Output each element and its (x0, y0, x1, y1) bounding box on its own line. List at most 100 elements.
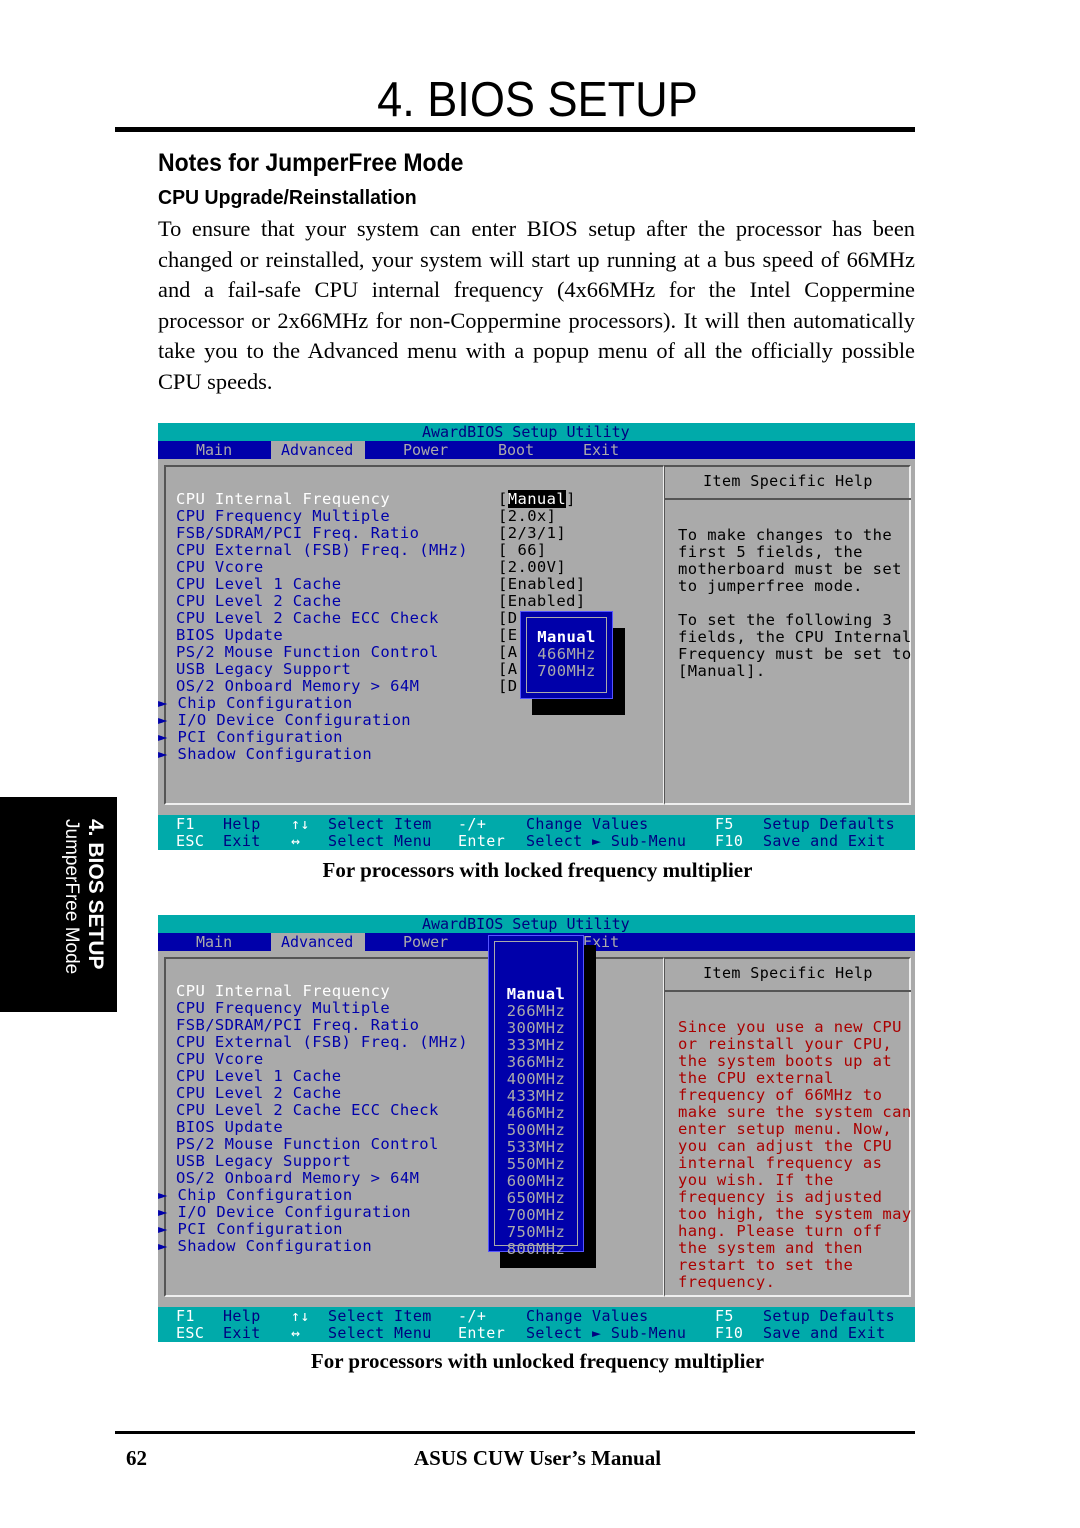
bios-setting-item[interactable]: PS/2 Mouse Function Control (176, 1136, 468, 1153)
bios-menu-main[interactable]: Main (196, 933, 232, 951)
footer-label: Exit (223, 1324, 261, 1342)
highlighted-value[interactable]: Manual (507, 490, 567, 508)
help-line: frequency is adjusted (678, 1188, 883, 1206)
footer-label: Select ► Sub-Menu (526, 832, 687, 850)
bios-setting-item[interactable]: CPU Vcore (176, 1051, 468, 1068)
bios-setting-value[interactable]: [ 66] (498, 542, 586, 559)
bios-setting-item[interactable]: ► PCI Configuration (158, 729, 468, 746)
bios-setting-item[interactable]: CPU Level 1 Cache (176, 1068, 468, 1085)
help-line: to jumperfree mode. (678, 577, 863, 595)
help-line: Frequency must be set to (678, 645, 912, 663)
side-tab-chapter: 4. BIOS SETUP (84, 819, 107, 970)
bios-setting-value[interactable]: [Enabled] (498, 593, 586, 610)
footer-label: Help (223, 815, 261, 833)
help-line: or reinstall your CPU, (678, 1035, 893, 1053)
popup-option[interactable]: 750MHz (489, 1224, 583, 1241)
bios-setting-item[interactable]: CPU Level 2 Cache ECC Check (176, 1102, 468, 1119)
popup-option[interactable]: 266MHz (489, 1003, 583, 1020)
bios-setting-value[interactable]: [2/3/1] (498, 525, 586, 542)
bios-menu-power[interactable]: Power (403, 441, 448, 459)
bios-setting-item[interactable]: PS/2 Mouse Function Control (176, 644, 468, 661)
bios-setting-item[interactable]: CPU Frequency Multiple (176, 1000, 468, 1017)
popup-option[interactable]: 366MHz (489, 1054, 583, 1071)
bios-setting-value[interactable]: [2.00V] (498, 559, 586, 576)
bios-setting-item[interactable]: ► Shadow Configuration (158, 746, 468, 763)
bios-setting-item[interactable]: FSB/SDRAM/PCI Freq. Ratio (176, 525, 468, 542)
footer-key: F1 (176, 815, 195, 833)
footer-label: Select Item (328, 1307, 432, 1325)
popup-option[interactable]: Manual (521, 629, 612, 646)
popup-option[interactable]: 300MHz (489, 1020, 583, 1037)
bios-screenshot-unlocked: AwardBIOS Setup Utility Main Advanced Powe… (158, 915, 915, 1342)
popup-option[interactable]: 466MHz (521, 646, 612, 663)
side-tab-section: JumperFree Mode (61, 819, 82, 975)
help-line: frequency. (678, 1273, 776, 1291)
bios-setting-item[interactable]: CPU Vcore (176, 559, 468, 576)
help-header: Item Specific Help (703, 472, 873, 490)
bios-setting-item[interactable]: CPU Internal Frequency (176, 983, 468, 1000)
bios-setting-item[interactable]: CPU Level 2 Cache ECC Check (176, 610, 468, 627)
bios-item-list: CPU Internal Frequency CPU Frequency Mult… (158, 983, 468, 1255)
bios-setting-item[interactable]: CPU External (FSB) Freq. (MHz) (176, 1034, 468, 1051)
popup-option[interactable]: 800MHz (489, 1241, 583, 1258)
footer-label: Save and Exit (763, 1324, 886, 1342)
popup-option[interactable]: 433MHz (489, 1088, 583, 1105)
bios-setting-item[interactable]: USB Legacy Support (176, 1153, 468, 1170)
bios-menu-advanced[interactable]: Advanced (271, 441, 366, 459)
footer-key: F10 (715, 1324, 744, 1342)
bios-setting-item[interactable]: FSB/SDRAM/PCI Freq. Ratio (176, 1017, 468, 1034)
bios-menu-advanced[interactable]: Advanced (271, 933, 366, 951)
bios-menu-main[interactable]: Main (196, 441, 232, 459)
bios-setting-item[interactable]: USB Legacy Support (176, 661, 468, 678)
bios-setting-value[interactable]: [Manual] (498, 490, 586, 508)
popup-option[interactable]: 400MHz (489, 1071, 583, 1088)
bios-setting-value[interactable]: [2.0x] (498, 508, 586, 525)
bios-setting-item[interactable]: OS/2 Onboard Memory > 64M (176, 678, 468, 695)
footer-row: ESC Exit ↔ Select Menu Enter Select ► Sub-Men… (158, 833, 915, 850)
bios-setting-item[interactable]: OS/2 Onboard Memory > 64M (176, 1170, 468, 1187)
title-rule (115, 127, 915, 132)
popup-option[interactable]: 700MHz (489, 1207, 583, 1224)
help-header: Item Specific Help (703, 964, 873, 982)
caption-unlocked: For processors with unlocked frequency m… (310, 1349, 765, 1373)
footer-label: Exit (223, 832, 261, 850)
popup-option[interactable]: 500MHz (489, 1122, 583, 1139)
bios-title-bar: AwardBIOS Setup Utility (158, 423, 915, 441)
popup-option[interactable]: 533MHz (489, 1139, 583, 1156)
popup-option[interactable]: 650MHz (489, 1190, 583, 1207)
popup-option[interactable]: Manual (489, 986, 583, 1003)
footer-key: Enter (458, 1324, 506, 1342)
manual-title: ASUS CUW User’s Manual (413, 1446, 662, 1470)
popup-option[interactable]: 700MHz (521, 663, 612, 680)
bios-setting-item[interactable]: ► Chip Configuration (158, 1187, 468, 1204)
footer-label: Setup Defaults (763, 815, 896, 833)
bios-setting-item[interactable]: CPU Level 2 Cache (176, 593, 468, 610)
popup-option[interactable]: 550MHz (489, 1156, 583, 1173)
bios-menu-boot[interactable]: Boot (498, 441, 534, 459)
bios-setting-item[interactable]: BIOS Update (176, 627, 468, 644)
bios-setting-item[interactable]: BIOS Update (176, 1119, 468, 1136)
bios-setting-value[interactable]: [Enabled] (498, 576, 586, 593)
subsection-heading: CPU Upgrade/Reinstallation (158, 186, 417, 209)
bios-setting-item[interactable]: CPU External (FSB) Freq. (MHz) (176, 542, 468, 559)
footer-label: Select Menu (328, 1324, 432, 1342)
bios-setting-item[interactable]: CPU Internal Frequency (176, 491, 468, 508)
bios-setting-item[interactable]: CPU Level 2 Cache (176, 1085, 468, 1102)
help-line: restart to set the (678, 1256, 854, 1274)
bios-setting-item[interactable]: CPU Frequency Multiple (176, 508, 468, 525)
popup-option[interactable]: 466MHz (489, 1105, 583, 1122)
popup-option[interactable]: 600MHz (489, 1173, 583, 1190)
bios-setting-item[interactable]: ► I/O Device Configuration (158, 712, 468, 729)
bios-utility-title: AwardBIOS Setup Utility (422, 423, 630, 441)
bios-setting-item[interactable]: ► I/O Device Configuration (158, 1204, 468, 1221)
help-line: fields, the CPU Internal (678, 628, 912, 646)
bios-menu-power[interactable]: Power (403, 933, 448, 951)
caption-locked: For processors with locked frequency mul… (322, 858, 753, 882)
bios-setting-item[interactable]: ► Chip Configuration (158, 695, 468, 712)
bios-menu-exit[interactable]: Exit (583, 441, 619, 459)
footer-label: Change Values (526, 1307, 649, 1325)
popup-option[interactable]: 333MHz (489, 1037, 583, 1054)
bios-setting-item[interactable]: ► Shadow Configuration (158, 1238, 468, 1255)
bios-setting-item[interactable]: CPU Level 1 Cache (176, 576, 468, 593)
bios-setting-item[interactable]: ► PCI Configuration (158, 1221, 468, 1238)
